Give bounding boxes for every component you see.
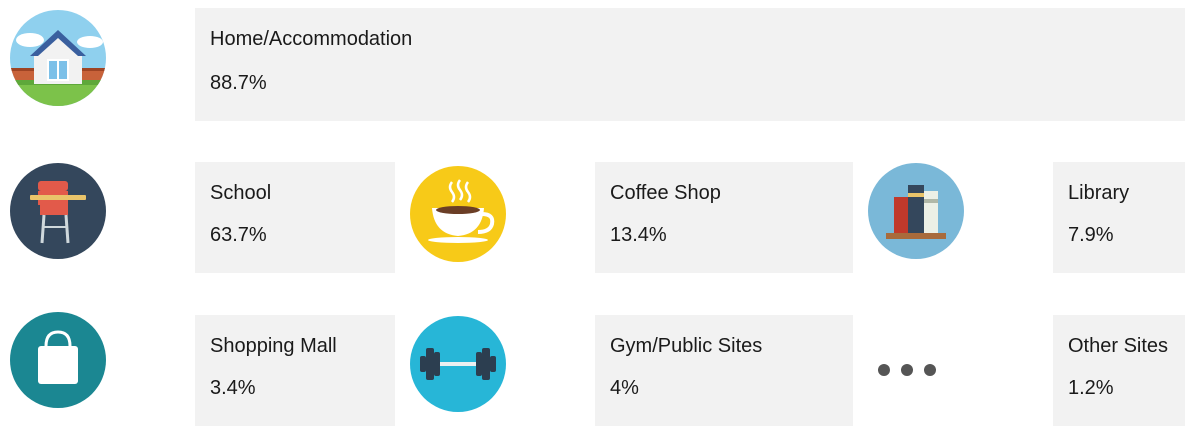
item-value: 88.7%: [210, 72, 267, 94]
item-name: Shopping Mall: [210, 335, 337, 357]
item-value: 13.4%: [610, 224, 667, 246]
item-name: Library: [1068, 182, 1130, 204]
shopping-bag-icon: [10, 312, 106, 408]
item-name: Coffee Shop: [610, 182, 721, 204]
item-value: 3.4%: [210, 377, 256, 399]
card-home: Home/Accommodation 88.7%: [195, 8, 1185, 121]
item-value: 1.2%: [1068, 377, 1114, 399]
item-name: Other Sites: [1068, 335, 1169, 357]
item-value: 4%: [610, 377, 639, 399]
item-name: School: [210, 182, 272, 204]
item-value: 7.9%: [1068, 224, 1114, 246]
books-icon: [868, 163, 964, 259]
more-dots-icon: [876, 362, 946, 383]
card-gym-public-sites: Gym/Public Sites 4%: [595, 315, 853, 426]
house-icon: [10, 10, 106, 106]
card-coffee-shop: Coffee Shop 13.4%: [595, 162, 853, 273]
school-chair-icon: [10, 163, 106, 259]
card-other-sites: Other Sites 1.2%: [1053, 315, 1185, 426]
card-shopping-mall: Shopping Mall 3.4%: [195, 315, 395, 426]
dumbbell-icon: [410, 316, 506, 412]
coffee-cup-icon: [410, 166, 506, 262]
card-library: Library 7.9%: [1053, 162, 1185, 273]
card-school: School 63.7%: [195, 162, 395, 273]
item-name: Home/Accommodation: [210, 28, 413, 50]
item-value: 63.7%: [210, 224, 267, 246]
item-name: Gym/Public Sites: [610, 335, 763, 357]
